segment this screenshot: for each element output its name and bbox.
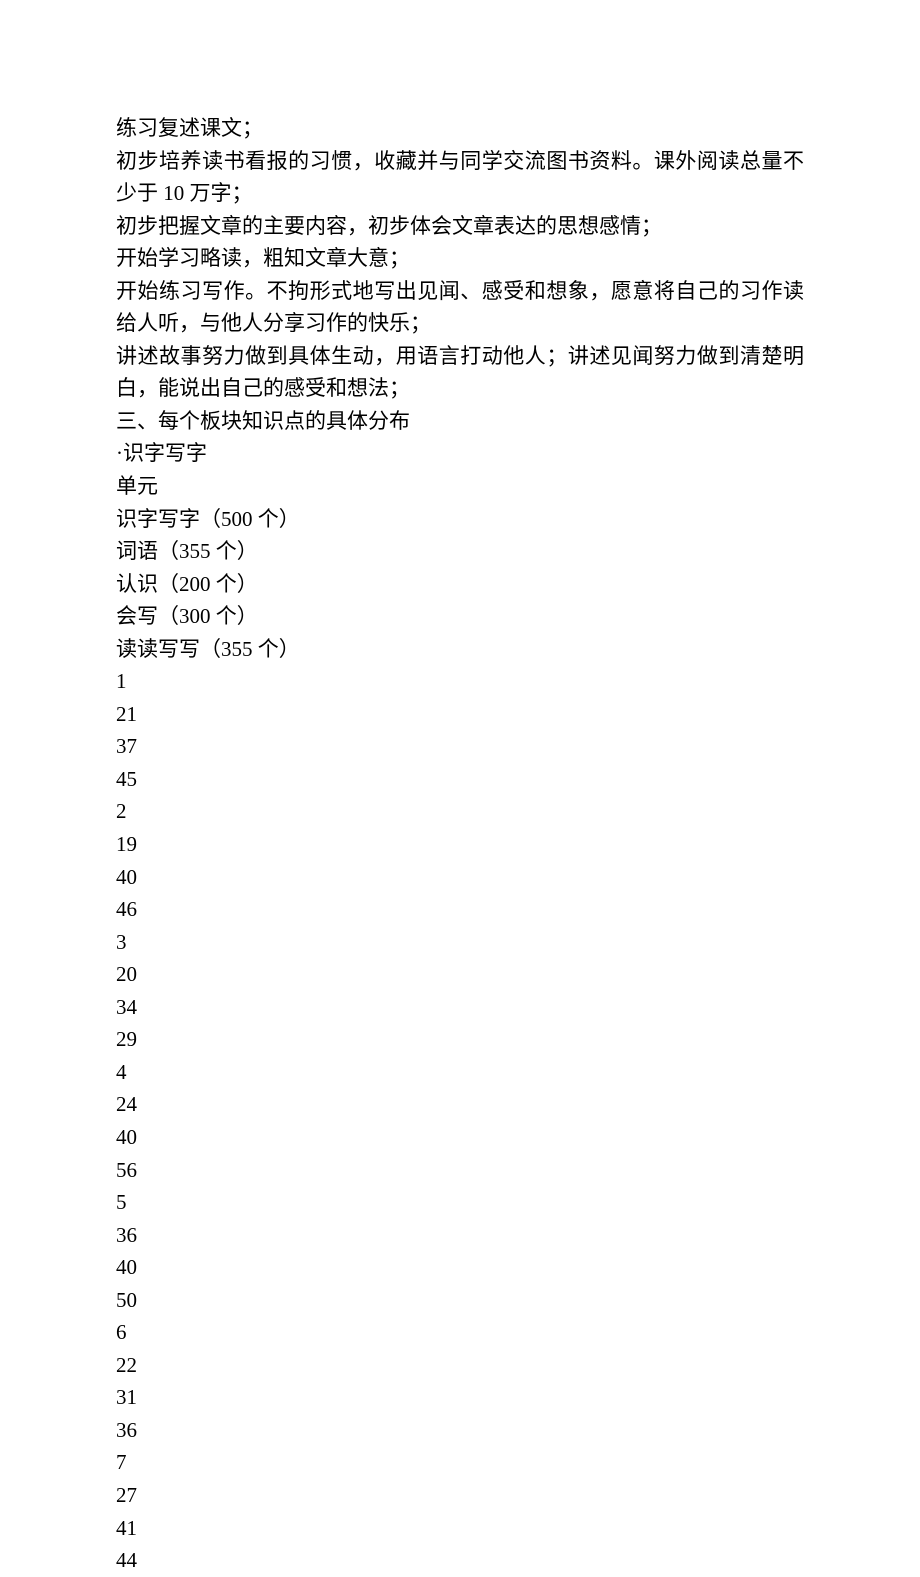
text-line: 22 bbox=[116, 1349, 804, 1382]
text-line: 4 bbox=[116, 1056, 804, 1089]
text-line: 词语（355 个） bbox=[116, 535, 804, 568]
text-line: 6 bbox=[116, 1316, 804, 1349]
text-line: 会写（300 个） bbox=[116, 600, 804, 633]
text-line: 44 bbox=[116, 1544, 804, 1577]
text-line: 讲述故事努力做到具体生动，用语言打动他人；讲述见闻努力做到清楚明白，能说出自己的… bbox=[116, 340, 804, 405]
document-body: 练习复述课文； 初步培养读书看报的习惯，收藏并与同学交流图书资料。课外阅读总量不… bbox=[116, 112, 804, 1577]
text-line: 40 bbox=[116, 1121, 804, 1154]
text-line: 单元 bbox=[116, 470, 804, 503]
text-line: 读读写写（355 个） bbox=[116, 633, 804, 666]
text-line: 36 bbox=[116, 1219, 804, 1252]
text-line: 41 bbox=[116, 1512, 804, 1545]
text-line: 识字写字（500 个） bbox=[116, 503, 804, 536]
text-line: 初步把握文章的主要内容，初步体会文章表达的思想感情； bbox=[116, 210, 804, 243]
text-line: 46 bbox=[116, 893, 804, 926]
text-line: 45 bbox=[116, 763, 804, 796]
section-heading: 三、每个板块知识点的具体分布 bbox=[116, 405, 804, 438]
text-line: 初步培养读书看报的习惯，收藏并与同学交流图书资料。课外阅读总量不少于 10 万字… bbox=[116, 145, 804, 210]
text-line: 19 bbox=[116, 828, 804, 861]
subsection-heading: ·识字写字 bbox=[116, 437, 804, 470]
text-line: 2 bbox=[116, 795, 804, 828]
text-line: 50 bbox=[116, 1284, 804, 1317]
text-line: 36 bbox=[116, 1414, 804, 1447]
text-line: 20 bbox=[116, 958, 804, 991]
text-line: 40 bbox=[116, 861, 804, 894]
text-line: 27 bbox=[116, 1479, 804, 1512]
text-line: 21 bbox=[116, 698, 804, 731]
text-line: 练习复述课文； bbox=[116, 112, 804, 145]
text-line: 开始练习写作。不拘形式地写出见闻、感受和想象，愿意将自己的习作读给人听，与他人分… bbox=[116, 275, 804, 340]
text-line: 1 bbox=[116, 665, 804, 698]
text-line: 7 bbox=[116, 1446, 804, 1479]
text-line: 40 bbox=[116, 1251, 804, 1284]
text-line: 29 bbox=[116, 1023, 804, 1056]
text-line: 37 bbox=[116, 730, 804, 763]
text-line: 34 bbox=[116, 991, 804, 1024]
text-line: 56 bbox=[116, 1154, 804, 1187]
text-line: 开始学习略读，粗知文章大意； bbox=[116, 242, 804, 275]
text-line: 认识（200 个） bbox=[116, 568, 804, 601]
text-line: 31 bbox=[116, 1381, 804, 1414]
text-line: 3 bbox=[116, 926, 804, 959]
text-line: 5 bbox=[116, 1186, 804, 1219]
text-line: 24 bbox=[116, 1088, 804, 1121]
